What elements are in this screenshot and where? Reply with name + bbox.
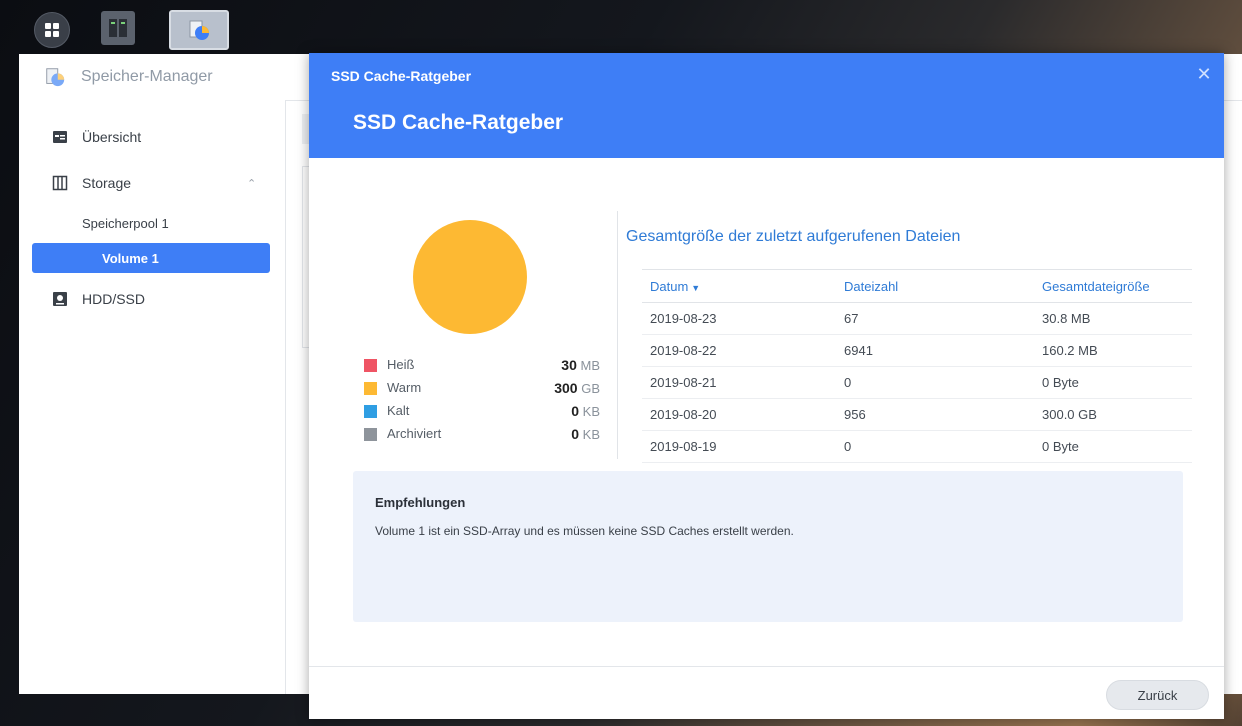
server-rack-icon bbox=[109, 19, 127, 37]
dialog-title: SSD Cache-Ratgeber bbox=[353, 111, 564, 134]
cell-total-size: 160.2 MB bbox=[1034, 334, 1192, 367]
cell-date: 2019-08-23 bbox=[642, 302, 836, 335]
column-header-total-size[interactable]: Gesamtdateigröße bbox=[1034, 269, 1192, 303]
legend-value: 300 GB bbox=[554, 380, 600, 396]
chevron-up-icon[interactable]: ⌃ bbox=[247, 177, 256, 190]
taskbar-app-server[interactable] bbox=[101, 11, 135, 45]
ssd-cache-advisor-dialog: SSD Cache-Ratgeber ✕ SSD Cache-Ratgeber … bbox=[309, 53, 1224, 719]
column-header-file-count[interactable]: Dateizahl bbox=[836, 269, 1034, 303]
legend-name: Kalt bbox=[387, 403, 410, 418]
cell-file-count: 67 bbox=[836, 302, 1034, 335]
sidebar-item-label: Speicherpool 1 bbox=[82, 215, 169, 231]
cache-pie-chart bbox=[413, 220, 527, 334]
column-header-date[interactable]: Datum ▼ bbox=[642, 269, 836, 303]
cell-total-size: 300.0 GB bbox=[1034, 398, 1192, 431]
cell-date: 2019-08-19 bbox=[642, 430, 836, 463]
recommendation-title: Empfehlungen bbox=[375, 495, 466, 510]
sidebar-item-label: Volume 1 bbox=[102, 250, 159, 266]
sidebar: Übersicht Storage ⌃ Speicherpool 1 Volum… bbox=[19, 100, 286, 694]
recommendation-text: Volume 1 ist ein SSD-Array und es müssen… bbox=[375, 524, 794, 538]
sidebar-item-volume[interactable]: Volume 1 bbox=[32, 243, 270, 273]
grid-menu-icon[interactable] bbox=[34, 12, 70, 48]
legend-swatch bbox=[364, 405, 377, 418]
sidebar-item-overview[interactable]: Übersicht bbox=[19, 120, 285, 154]
legend-swatch bbox=[364, 382, 377, 395]
cell-file-count: 0 bbox=[836, 430, 1034, 463]
back-button[interactable]: Zurück bbox=[1106, 680, 1209, 710]
overview-icon bbox=[53, 131, 67, 143]
recent-files-table: Datum ▼ Dateizahl Gesamtdateigröße 2019-0… bbox=[642, 269, 1192, 463]
legend-item: Archiviert 0 KB bbox=[364, 424, 600, 447]
legend-name: Archiviert bbox=[387, 426, 442, 441]
legend-swatch bbox=[364, 359, 377, 372]
table-row: 2019-08-23 67 30.8 MB bbox=[642, 302, 1192, 335]
cell-file-count: 956 bbox=[836, 398, 1034, 431]
cell-total-size: 0 Byte bbox=[1034, 366, 1192, 399]
close-icon[interactable]: ✕ bbox=[1195, 65, 1213, 83]
storage-manager-icon bbox=[189, 20, 209, 40]
legend-name: Warm bbox=[387, 380, 422, 395]
window-title: Speicher-Manager bbox=[81, 68, 213, 85]
legend-swatch bbox=[364, 428, 377, 441]
cell-file-count: 0 bbox=[836, 366, 1034, 399]
sidebar-item-label: Storage bbox=[82, 175, 132, 191]
storage-manager-icon bbox=[46, 68, 65, 87]
cell-total-size: 30.8 MB bbox=[1034, 302, 1192, 335]
legend-value: 30 MB bbox=[561, 357, 600, 373]
section-title: Gesamtgröße der zuletzt aufgerufenen Dat… bbox=[626, 228, 961, 245]
table-header-row: Datum ▼ Dateizahl Gesamtdateigröße bbox=[642, 269, 1192, 303]
legend-item: Kalt 0 KB bbox=[364, 401, 600, 424]
taskbar bbox=[0, 0, 1242, 54]
legend-item: Warm 300 GB bbox=[364, 378, 600, 401]
pie-slice-warm bbox=[413, 220, 527, 334]
storage-icon bbox=[52, 175, 68, 191]
sidebar-item-label: Übersicht bbox=[82, 129, 142, 145]
cell-file-count: 6941 bbox=[836, 334, 1034, 367]
dialog-header: SSD Cache-Ratgeber ✕ SSD Cache-Ratgeber bbox=[309, 53, 1224, 158]
sidebar-item-label: HDD/SSD bbox=[82, 291, 146, 307]
cell-date: 2019-08-22 bbox=[642, 334, 836, 367]
sidebar-item-hdd-ssd[interactable]: HDD/SSD bbox=[19, 282, 285, 316]
cell-date: 2019-08-21 bbox=[642, 366, 836, 399]
table-row: 2019-08-21 0 0 Byte bbox=[642, 366, 1192, 399]
divider bbox=[617, 211, 618, 459]
table-row: 2019-08-20 956 300.0 GB bbox=[642, 398, 1192, 431]
taskbar-app-storage-manager[interactable] bbox=[169, 10, 229, 50]
dialog-footer: Zurück bbox=[309, 666, 1224, 720]
legend-name: Heiß bbox=[387, 357, 415, 372]
dialog-window-title: SSD Cache-Ratgeber bbox=[331, 68, 472, 84]
table-row: 2019-08-19 0 0 Byte bbox=[642, 430, 1192, 463]
cell-total-size: 0 Byte bbox=[1034, 430, 1192, 463]
sort-desc-icon[interactable]: ▼ bbox=[691, 283, 700, 293]
legend-value: 0 KB bbox=[571, 426, 600, 442]
legend-item: Heiß 30 MB bbox=[364, 355, 600, 378]
sidebar-item-storagepool[interactable]: Speicherpool 1 bbox=[32, 208, 270, 238]
pie-legend: Heiß 30 MB Warm 300 GB Kalt 0 KB Archivi… bbox=[364, 355, 600, 447]
legend-value: 0 KB bbox=[571, 403, 600, 419]
sidebar-item-storage[interactable]: Storage ⌃ bbox=[19, 166, 285, 200]
recommendation-box: Empfehlungen Volume 1 ist ein SSD-Array … bbox=[353, 471, 1183, 622]
table-row: 2019-08-22 6941 160.2 MB bbox=[642, 334, 1192, 367]
disk-icon bbox=[53, 292, 67, 306]
cell-date: 2019-08-20 bbox=[642, 398, 836, 431]
